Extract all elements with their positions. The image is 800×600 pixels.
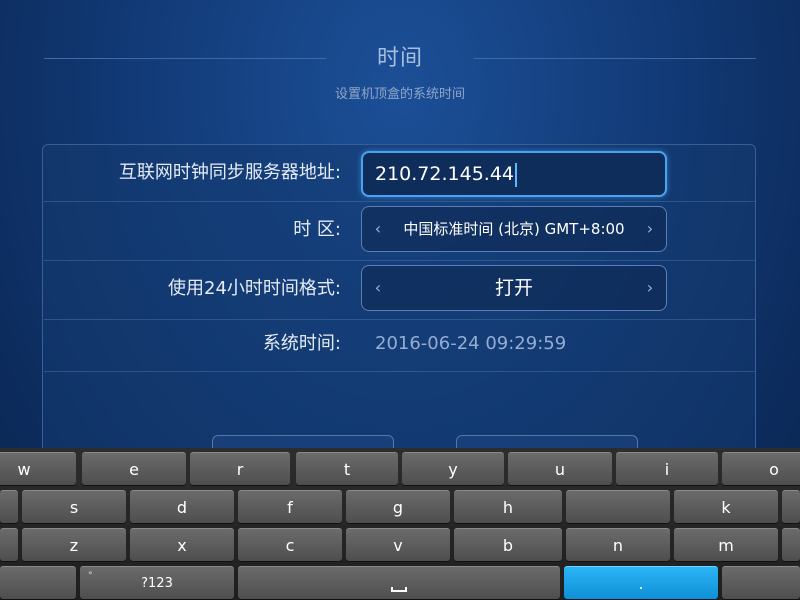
symbols-key-label: ?123	[141, 576, 173, 591]
key-s[interactable]: s	[22, 490, 126, 523]
row-divider	[44, 319, 756, 320]
key-e[interactable]: e	[82, 452, 186, 485]
key-k[interactable]: k	[674, 490, 778, 523]
format-24h-label: 使用24小时时间格式:	[168, 278, 341, 299]
key-backspace-partial[interactable]	[782, 528, 800, 561]
ntp-server-value: 210.72.145.44	[375, 163, 515, 185]
time-settings-panel: 互联网时钟同步服务器地址: 210.72.145.44 时 区: ‹ 中国标准时…	[42, 144, 756, 474]
system-time-label: 系统时间:	[262, 333, 341, 354]
key-blank-left[interactable]	[0, 566, 76, 599]
format-24h-value: 打开	[494, 277, 533, 299]
on-screen-keyboard: w e r t y u i o s d f g h k z x c v b n …	[0, 448, 800, 600]
key-b[interactable]: b	[454, 528, 562, 561]
header-divider-right	[474, 58, 756, 59]
key-d[interactable]: d	[130, 490, 234, 523]
text-cursor	[515, 162, 518, 187]
key-u[interactable]: u	[508, 452, 612, 485]
key-g[interactable]: g	[346, 490, 450, 523]
key-x[interactable]: x	[130, 528, 234, 561]
key-i[interactable]: i	[616, 452, 718, 485]
timezone-selector[interactable]: ‹ 中国标准时间 (北京) GMT+8:00 ›	[361, 206, 667, 252]
symbols-key[interactable]: ° ?123	[80, 566, 234, 599]
space-key[interactable]	[238, 566, 560, 599]
timezone-value: 中国标准时间 (北京) GMT+8:00	[403, 220, 625, 238]
chevron-right-icon[interactable]: ›	[642, 207, 658, 251]
key-v[interactable]: v	[346, 528, 450, 561]
row-divider	[44, 260, 756, 261]
key-blank-right[interactable]	[722, 566, 800, 599]
timezone-label: 时 区:	[293, 219, 341, 240]
ntp-server-label: 互联网时钟同步服务器地址:	[118, 162, 341, 183]
key-y[interactable]: y	[402, 452, 504, 485]
key-j[interactable]	[566, 490, 670, 523]
key-h[interactable]: h	[454, 490, 562, 523]
page-subtitle: 设置机顶盒的系统时间	[334, 87, 465, 102]
key-n[interactable]: n	[566, 528, 670, 561]
key-a-partial[interactable]	[0, 490, 18, 523]
format-24h-selector[interactable]: ‹ 打开 ›	[361, 265, 667, 311]
key-shift-partial[interactable]	[0, 528, 18, 561]
chevron-left-icon[interactable]: ‹	[370, 266, 386, 310]
chevron-left-icon[interactable]: ‹	[370, 207, 386, 251]
system-time-value: 2016-06-24 09:29:59	[375, 333, 567, 354]
key-z[interactable]: z	[22, 528, 126, 561]
key-r[interactable]: r	[190, 452, 290, 485]
key-o[interactable]: o	[722, 452, 800, 485]
ntp-server-input[interactable]: 210.72.145.44	[361, 151, 667, 197]
row-divider	[44, 371, 756, 372]
key-m[interactable]: m	[674, 528, 778, 561]
chevron-right-icon[interactable]: ›	[642, 266, 658, 310]
page-title: 时间	[376, 46, 423, 71]
row-divider	[44, 201, 756, 202]
key-f[interactable]: f	[238, 490, 342, 523]
key-l-partial[interactable]	[782, 490, 800, 523]
period-key[interactable]: .	[564, 566, 718, 599]
key-c[interactable]: c	[238, 528, 342, 561]
symbols-marker: °	[88, 571, 93, 581]
key-w[interactable]: w	[0, 452, 76, 485]
key-t[interactable]: t	[296, 452, 398, 485]
space-icon	[391, 587, 407, 592]
